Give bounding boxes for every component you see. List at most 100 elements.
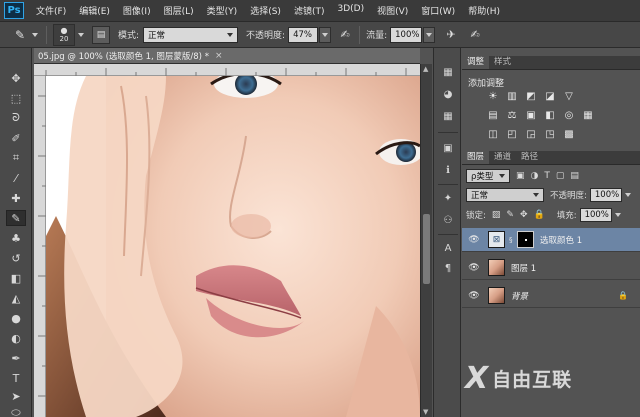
clone-stamp-tool[interactable]: ♣	[6, 230, 26, 246]
menu-view[interactable]: 视图(V)	[377, 4, 408, 17]
blend-mode-select[interactable]: 正常	[143, 26, 239, 43]
chevron-down-icon[interactable]	[32, 32, 38, 37]
eraser-tool[interactable]: ◧	[6, 270, 26, 286]
menu-layer[interactable]: 图层(L)	[164, 4, 194, 17]
brush-size-picker[interactable]: ● 20	[53, 23, 75, 46]
invert-icon[interactable]: ◫	[486, 128, 500, 141]
marquee-tool[interactable]: ⬚	[6, 90, 26, 106]
document-canvas[interactable]	[46, 76, 420, 417]
brightness-icon[interactable]: ☀	[486, 90, 500, 103]
threshold-icon[interactable]: ◲	[524, 128, 538, 141]
exposure-icon[interactable]: ◪	[543, 90, 557, 103]
layer-blend-mode-select[interactable]: 正常	[466, 188, 544, 202]
vibrance-icon[interactable]: ▽	[562, 90, 576, 103]
scroll-thumb[interactable]	[423, 214, 430, 284]
brush-tool-preset[interactable]: ✎	[8, 26, 32, 44]
brush-panel-toggle[interactable]: ▤	[92, 25, 110, 44]
black-white-icon[interactable]: ▣	[524, 109, 538, 122]
info-panel-button[interactable]: ℹ	[439, 162, 457, 178]
menu-type[interactable]: 类型(Y)	[207, 4, 238, 17]
lasso-tool[interactable]: ᘐ	[6, 110, 26, 126]
healing-brush-tool[interactable]: ✚	[6, 190, 26, 206]
posterize-icon[interactable]: ◰	[505, 128, 519, 141]
channel-mixer-icon[interactable]: ◎	[562, 109, 576, 122]
airbrush-button[interactable]: ✈	[443, 27, 459, 43]
tab-adjustments[interactable]: 调整	[462, 56, 490, 69]
fill-input[interactable]: 100%	[579, 208, 612, 222]
menu-image[interactable]: 图像(I)	[123, 4, 151, 17]
layer-row-selective-color[interactable]: 👁 ⊠ § 选取颜色 1	[462, 228, 640, 252]
lock-pixels-icon[interactable]: ✎	[506, 210, 514, 220]
quick-select-tool[interactable]: ✐	[6, 130, 26, 146]
crop-tool[interactable]: ⌗	[6, 150, 26, 166]
close-icon[interactable]: ×	[215, 51, 223, 61]
pressure-opacity-button[interactable]: ✍	[337, 27, 353, 43]
link-icon[interactable]: §	[509, 236, 515, 244]
chevron-down-icon[interactable]	[614, 213, 621, 217]
layer-row-layer-1[interactable]: 👁 图层 1	[462, 256, 640, 280]
filter-adjustment-icon[interactable]: ◑	[531, 171, 539, 181]
color-balance-icon[interactable]: ⚖	[505, 109, 519, 122]
paragraph-panel-button[interactable]: ¶	[439, 260, 457, 276]
eyedropper-tool[interactable]: ⁄	[6, 170, 26, 186]
menu-help[interactable]: 帮助(H)	[468, 4, 500, 17]
color-panel-button[interactable]: ◕	[439, 86, 457, 102]
opacity-input[interactable]: 47%	[288, 26, 319, 43]
history-brush-tool[interactable]: ↺	[6, 250, 26, 266]
filter-shape-icon[interactable]: ▢	[556, 171, 565, 181]
type-tool[interactable]: T	[6, 370, 26, 386]
clone-source-panel-button[interactable]: ⚇	[439, 212, 457, 228]
move-tool[interactable]: ✥	[6, 70, 26, 86]
flow-input[interactable]: 100%	[390, 26, 423, 43]
brush-tool[interactable]: ✎	[6, 210, 26, 226]
menu-filter[interactable]: 滤镜(T)	[294, 4, 325, 17]
lock-all-icon[interactable]: 🔒	[533, 210, 544, 220]
menu-file[interactable]: 文件(F)	[36, 4, 66, 17]
photo-filter-icon[interactable]: ◧	[543, 109, 557, 122]
tab-styles[interactable]: 样式	[489, 56, 516, 69]
lock-position-icon[interactable]: ✥	[520, 210, 528, 220]
flow-dropdown[interactable]	[423, 26, 436, 43]
levels-icon[interactable]: ▥	[505, 90, 519, 103]
chevron-down-icon[interactable]	[624, 193, 631, 197]
curves-icon[interactable]: ◩	[524, 90, 538, 103]
layer-mask-thumbnail[interactable]	[517, 231, 534, 248]
gradient-map-icon[interactable]: ◳	[543, 128, 557, 141]
filter-type-icon[interactable]: T	[544, 171, 550, 181]
navigator-panel-button[interactable]: ▣	[439, 140, 457, 156]
dodge-tool[interactable]: ◐	[6, 330, 26, 346]
vertical-scrollbar[interactable]: ▲ ▼	[420, 64, 432, 417]
color-lookup-icon[interactable]: ▦	[581, 109, 595, 122]
shape-tool[interactable]: ⬭	[6, 405, 26, 417]
menu-3d[interactable]: 3D(D)	[337, 4, 364, 17]
history-panel-button[interactable]: ▦	[439, 64, 457, 80]
scroll-up-icon[interactable]: ▲	[423, 65, 428, 73]
brush-panel-button[interactable]: ✦	[439, 190, 457, 206]
pen-tool[interactable]: ✒	[6, 350, 26, 366]
menu-window[interactable]: 窗口(W)	[421, 4, 455, 17]
filter-smart-object-icon[interactable]: ▤	[570, 171, 579, 181]
swatches-panel-button[interactable]: ▦	[439, 108, 457, 124]
eye-icon[interactable]: 👁	[466, 291, 482, 301]
tab-layers[interactable]: 图层	[462, 151, 490, 164]
tab-channels[interactable]: 通道	[489, 151, 516, 164]
selective-color-icon[interactable]: ▩	[562, 128, 576, 141]
layer-row-background[interactable]: 👁 背景 🔒	[462, 284, 640, 308]
opacity-dropdown[interactable]	[319, 26, 332, 43]
chevron-down-icon[interactable]	[78, 32, 84, 37]
pressure-size-button[interactable]: ✍	[467, 27, 483, 43]
layer-opacity-input[interactable]: 100%	[589, 188, 622, 202]
menu-select[interactable]: 选择(S)	[250, 4, 281, 17]
path-select-tool[interactable]: ➤	[6, 388, 26, 404]
eye-icon[interactable]: 👁	[466, 263, 482, 273]
filter-pixel-icon[interactable]: ▣	[516, 171, 525, 181]
blur-tool[interactable]: ●	[6, 310, 26, 326]
tab-paths[interactable]: 路径	[516, 151, 543, 164]
paint-bucket-tool[interactable]: ◭	[6, 290, 26, 306]
character-panel-button[interactable]: A	[439, 240, 457, 256]
menu-edit[interactable]: 编辑(E)	[79, 4, 110, 17]
eye-icon[interactable]: 👁	[466, 235, 482, 245]
lock-transparent-icon[interactable]: ▨	[492, 210, 501, 220]
hue-saturation-icon[interactable]: ▤	[486, 109, 500, 122]
document-tab[interactable]: 05.jpg @ 100% (选取颜色 1, 图层蒙版/8) * ×	[34, 48, 420, 64]
